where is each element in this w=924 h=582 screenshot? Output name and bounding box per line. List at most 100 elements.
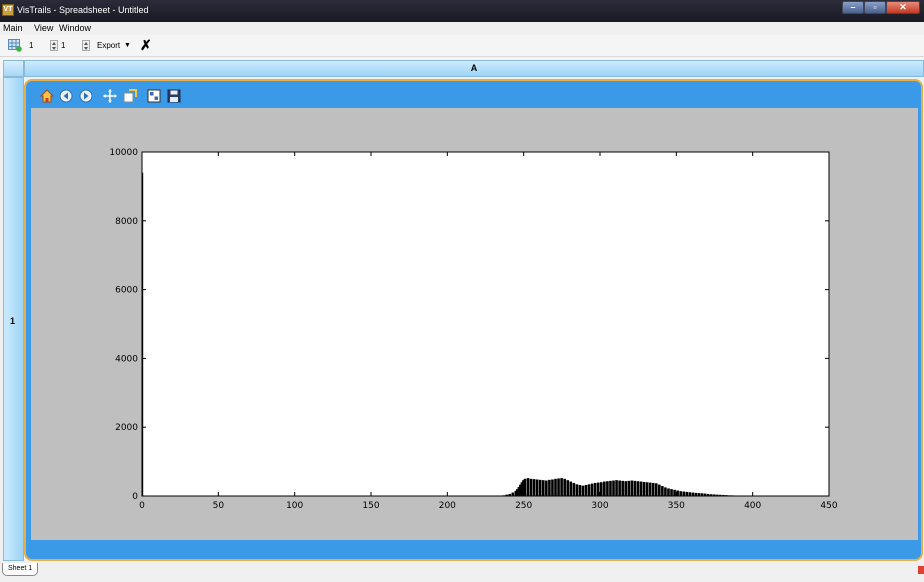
forward-icon[interactable] bbox=[79, 89, 93, 103]
histogram-bar bbox=[734, 495, 737, 496]
configure-subplots-icon[interactable] bbox=[147, 89, 161, 103]
histogram-bar bbox=[688, 492, 692, 496]
row-header-1[interactable]: 1 bbox=[3, 77, 24, 561]
figure-canvas: 0 50 100 150 200 250 300 350 400 450 0 2000 4000 6000… bbox=[31, 108, 918, 540]
x-tick-label: 200 bbox=[439, 501, 456, 511]
x-tick-label: 350 bbox=[668, 501, 685, 511]
histogram-bar bbox=[566, 480, 570, 496]
histogram-bar bbox=[703, 493, 707, 496]
histogram-bar bbox=[505, 494, 508, 496]
histogram-bar bbox=[569, 481, 573, 496]
x-tick-label: 400 bbox=[744, 501, 761, 511]
histogram-bar bbox=[731, 495, 734, 496]
histogram-bar bbox=[529, 478, 533, 496]
home-icon[interactable] bbox=[40, 89, 54, 103]
histogram-bar bbox=[526, 478, 530, 496]
chevron-down-icon[interactable]: ▼ bbox=[124, 42, 131, 49]
histogram-bar bbox=[648, 482, 652, 496]
histogram-plot[interactable]: 0 50 100 150 200 250 300 350 400 450 0 2000 4000 6000… bbox=[31, 108, 918, 540]
menu-view[interactable]: View bbox=[34, 23, 53, 33]
close-icon: ✕ bbox=[899, 2, 907, 12]
histogram-bar bbox=[581, 485, 585, 496]
histogram-bar bbox=[639, 481, 643, 496]
x-tick-label: 450 bbox=[820, 501, 837, 511]
x-tick-label: 150 bbox=[362, 501, 379, 511]
histogram-bar bbox=[621, 480, 624, 496]
histogram-bar bbox=[661, 486, 664, 496]
histogram-bar bbox=[554, 478, 557, 496]
histogram-bar bbox=[596, 482, 600, 496]
histogram-bar bbox=[633, 480, 637, 496]
histogram-bar bbox=[615, 480, 618, 496]
y-tick-label: 10000 bbox=[109, 148, 138, 158]
rows-spinbox-value[interactable]: 1 bbox=[29, 41, 33, 50]
histogram-bar bbox=[630, 480, 634, 496]
maximize-icon: ▫ bbox=[873, 2, 877, 12]
histogram-bar bbox=[679, 491, 682, 496]
y-tick-label: 2000 bbox=[115, 423, 138, 433]
sheet-toolbar: 1 1 Export ▼ ✗ bbox=[0, 35, 924, 57]
window-controls: – ▫ ✕ bbox=[842, 1, 920, 15]
histogram-bar bbox=[545, 480, 548, 496]
plot-navigation-toolbar bbox=[34, 87, 224, 107]
x-tick-label: 250 bbox=[515, 501, 532, 511]
histogram-bar bbox=[538, 479, 542, 496]
histogram-bar bbox=[654, 483, 658, 496]
histogram-bar bbox=[587, 484, 591, 496]
x-tick-label: 0 bbox=[139, 501, 145, 511]
maximize-button[interactable]: ▫ bbox=[864, 1, 886, 14]
histogram-bar bbox=[667, 488, 670, 496]
sheet-tab-1[interactable]: Sheet 1 bbox=[2, 563, 39, 576]
histogram-bar bbox=[682, 491, 686, 496]
close-sheet-icon[interactable]: ✗ bbox=[140, 37, 152, 54]
histogram-bar bbox=[502, 495, 505, 496]
plot-axes-frame bbox=[141, 151, 830, 497]
minimize-button[interactable]: – bbox=[842, 1, 864, 14]
histogram-bar bbox=[609, 480, 612, 496]
zoom-icon[interactable] bbox=[123, 89, 137, 103]
y-tick-label: 6000 bbox=[115, 286, 138, 296]
row-header-label: 1 bbox=[10, 316, 16, 326]
histogram-bar bbox=[651, 482, 655, 496]
histogram-bar bbox=[658, 484, 661, 496]
rows-spinbox-arrows[interactable] bbox=[50, 40, 58, 51]
back-icon[interactable] bbox=[59, 89, 73, 103]
close-window-button[interactable]: ✕ bbox=[886, 1, 920, 14]
histogram-bar bbox=[673, 489, 676, 496]
histogram-bar bbox=[670, 489, 673, 496]
menu-window[interactable]: Window bbox=[59, 23, 91, 33]
histogram-bar bbox=[700, 493, 704, 496]
histogram-bar bbox=[722, 494, 725, 496]
histogram-bar bbox=[578, 484, 582, 496]
histogram-bar bbox=[593, 482, 597, 496]
column-header-a[interactable]: A bbox=[24, 60, 924, 77]
histogram-bar bbox=[624, 481, 628, 496]
histogram-bar bbox=[685, 491, 689, 496]
histogram-bar bbox=[548, 479, 551, 496]
cols-spinbox-arrows[interactable] bbox=[82, 40, 90, 51]
histogram-bar bbox=[508, 493, 511, 496]
sheet-size-icon[interactable] bbox=[8, 39, 22, 52]
minimize-icon: – bbox=[850, 2, 856, 12]
histogram-bar bbox=[694, 492, 698, 496]
title-bar: VT VisTrails - Spreadsheet - Untitled – … bbox=[0, 0, 924, 22]
y-tick-label: 4000 bbox=[115, 354, 138, 364]
save-icon[interactable] bbox=[167, 89, 181, 103]
y-tick-label: 8000 bbox=[115, 217, 138, 227]
menu-bar: Main View Window bbox=[0, 22, 924, 35]
select-all-corner[interactable] bbox=[3, 60, 24, 77]
app-logo-icon: VT bbox=[2, 4, 14, 16]
export-dropdown[interactable]: Export bbox=[97, 41, 120, 50]
histogram-bar bbox=[645, 482, 649, 496]
window-title: VisTrails - Spreadsheet - Untitled bbox=[17, 5, 149, 15]
histogram-bar bbox=[560, 478, 563, 496]
status-indicator-icon bbox=[918, 566, 924, 574]
histogram-bar bbox=[719, 494, 722, 496]
histogram-bar bbox=[716, 494, 719, 496]
histogram-bar bbox=[712, 494, 716, 496]
histogram-bar bbox=[584, 484, 588, 496]
menu-main[interactable]: Main bbox=[3, 23, 23, 33]
cols-spinbox-value[interactable]: 1 bbox=[61, 41, 65, 50]
pan-icon[interactable] bbox=[103, 89, 117, 103]
histogram-bar bbox=[590, 483, 594, 496]
